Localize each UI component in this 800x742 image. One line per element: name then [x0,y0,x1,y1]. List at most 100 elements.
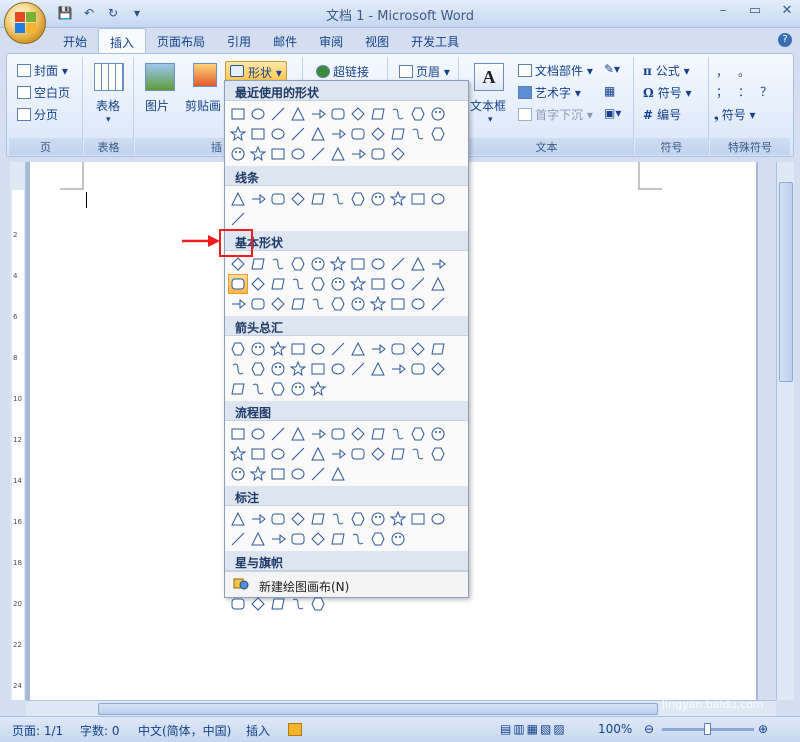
shape-option[interactable] [228,189,248,209]
shape-option[interactable] [328,144,348,164]
shape-option[interactable] [428,509,448,529]
shape-option[interactable] [288,124,308,144]
shape-option[interactable] [328,509,348,529]
shape-option[interactable] [308,379,328,399]
shape-option[interactable] [308,274,328,294]
shape-option[interactable] [328,254,348,274]
shape-option[interactable] [348,124,368,144]
office-button[interactable] [4,2,46,44]
shape-option[interactable] [268,144,288,164]
shape-option[interactable] [268,254,288,274]
shape-option[interactable] [428,294,448,314]
shape-option[interactable] [308,424,328,444]
blank-page-button[interactable]: 空白页 [17,84,70,101]
special-symbol-button[interactable]: ❟ 符号 ▾ [714,106,756,123]
shape-option[interactable] [408,274,428,294]
shape-option[interactable] [328,464,348,484]
new-drawing-canvas-item[interactable]: 新建绘图画布(N) [225,571,468,597]
shape-option[interactable] [368,274,388,294]
shape-option[interactable] [428,274,448,294]
tab-review[interactable]: 审阅 [308,28,354,53]
shape-option[interactable] [348,189,368,209]
textbox-dropdown-icon[interactable]: ▾ [488,115,493,125]
shape-option[interactable] [368,144,388,164]
shape-option[interactable] [428,359,448,379]
shape-option[interactable] [308,144,328,164]
vertical-scrollbar[interactable] [776,162,794,700]
shape-option[interactable] [368,124,388,144]
shape-option[interactable] [368,104,388,124]
shape-option[interactable] [388,339,408,359]
zoom-slider-knob[interactable] [704,723,711,735]
help-icon[interactable]: ? [778,33,792,47]
shape-option[interactable] [288,464,308,484]
status-page[interactable]: 页面: 1/1 [12,722,63,739]
macro-record-icon[interactable] [288,723,302,736]
shape-option[interactable] [368,444,388,464]
table-button[interactable]: 表格 [96,97,120,114]
shape-option[interactable] [408,339,428,359]
zoom-out-icon[interactable]: ⊖ [644,722,654,736]
clipart-button[interactable]: 剪贴画 [185,97,221,114]
shape-option[interactable] [248,274,268,294]
object-icon[interactable]: ▣▾ [604,106,621,120]
shape-option[interactable] [348,424,368,444]
tab-references[interactable]: 引用 [216,28,262,53]
shape-option[interactable] [248,359,268,379]
shape-option[interactable] [408,424,428,444]
shape-option[interactable] [328,274,348,294]
shape-option[interactable] [428,189,448,209]
shape-option[interactable] [268,464,288,484]
tab-mailings[interactable]: 邮件 [262,28,308,53]
shape-option[interactable] [428,444,448,464]
shape-option[interactable] [288,144,308,164]
shape-option[interactable] [368,254,388,274]
shape-option[interactable] [328,424,348,444]
shape-option[interactable] [228,379,248,399]
shape-option[interactable] [308,529,328,549]
shape-option[interactable] [328,529,348,549]
shape-option[interactable] [248,379,268,399]
shape-option[interactable] [268,594,288,614]
shape-option[interactable] [388,124,408,144]
table-dropdown-icon[interactable]: ▾ [106,115,111,125]
shape-option[interactable] [368,189,388,209]
shape-option[interactable] [388,529,408,549]
shape-option[interactable] [308,104,328,124]
shape-option[interactable] [308,189,328,209]
shape-option[interactable] [348,359,368,379]
shape-option[interactable] [408,509,428,529]
textbox-button[interactable]: 文本框 [470,97,506,114]
shape-option[interactable] [328,124,348,144]
shape-option[interactable] [228,424,248,444]
shape-option[interactable] [408,254,428,274]
hyperlink-button[interactable]: 超链接 [316,63,369,80]
shape-option[interactable] [288,104,308,124]
shape-option[interactable] [248,509,268,529]
shape-option[interactable] [308,339,328,359]
tab-insert[interactable]: 插入 [98,28,147,53]
special-char-period[interactable]: 。 [738,63,750,80]
shape-option[interactable] [408,189,428,209]
shape-option[interactable] [228,444,248,464]
special-char-comma[interactable]: ， [716,63,728,80]
shape-option[interactable] [288,509,308,529]
shape-option[interactable] [268,379,288,399]
shape-option[interactable] [248,339,268,359]
page-break-button[interactable]: 分页 [17,106,58,123]
shape-option[interactable] [428,104,448,124]
shape-option[interactable] [248,294,268,314]
signature-line-icon[interactable]: ✎▾ [604,62,620,76]
shape-option[interactable] [248,189,268,209]
shape-option[interactable] [248,594,268,614]
shape-option[interactable] [408,124,428,144]
shape-option[interactable] [368,359,388,379]
shape-option[interactable] [388,274,408,294]
picture-button[interactable]: 图片 [145,97,169,114]
shape-option[interactable] [428,254,448,274]
shape-option[interactable] [328,444,348,464]
shape-option[interactable] [388,104,408,124]
shape-option[interactable] [408,104,428,124]
shape-option[interactable] [288,529,308,549]
cover-page-button[interactable]: 封面 ▾ [17,62,68,79]
